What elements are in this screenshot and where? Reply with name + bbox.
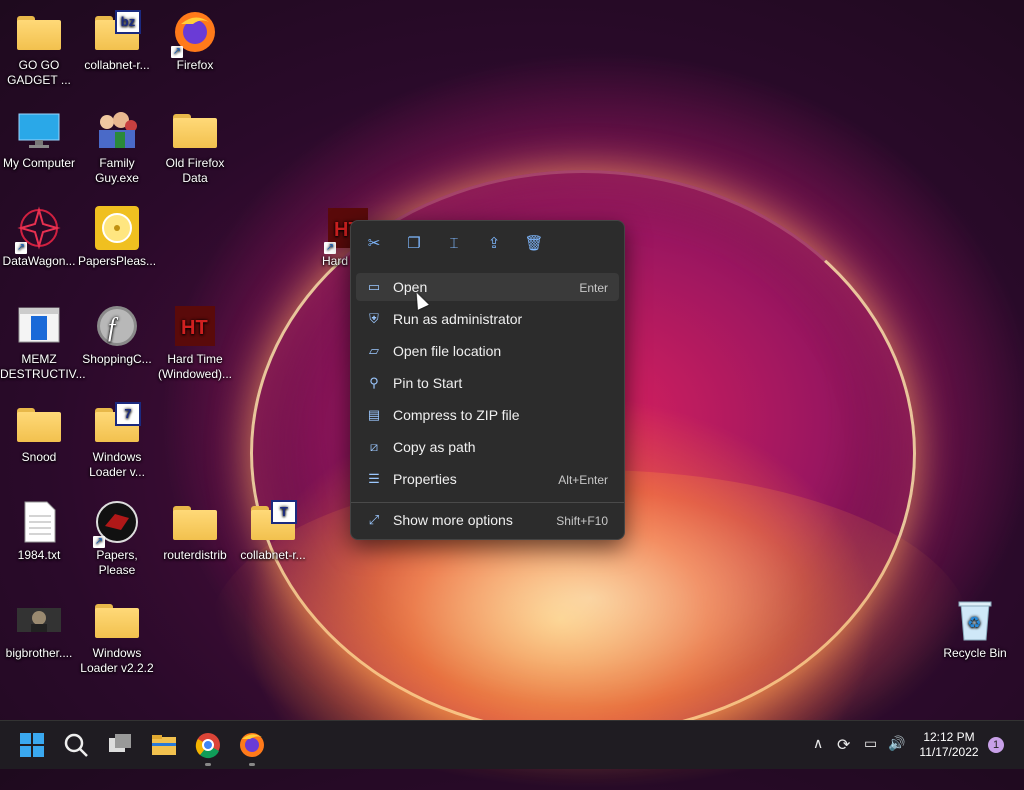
shortcut-arrow-icon: ↗ bbox=[324, 242, 336, 254]
desktop-icon-memz[interactable]: MEMZ DESTRUCTIV... bbox=[0, 298, 86, 382]
search-button[interactable] bbox=[60, 729, 92, 761]
chrome-running-indicator bbox=[205, 763, 211, 766]
folder-icon: T bbox=[251, 500, 297, 544]
t-badge-icon: T bbox=[271, 500, 297, 524]
desktop-icon-routerdistrib[interactable]: routerdistrib bbox=[156, 494, 234, 563]
start-button[interactable] bbox=[16, 729, 48, 761]
svg-text:♻: ♻ bbox=[967, 613, 981, 632]
desktop-icon-recycle-bin[interactable]: ♻ Recycle Bin bbox=[936, 592, 1014, 661]
desktop-icon-windows-loader[interactable]: 7 Windows Loader v... bbox=[78, 396, 156, 480]
hard-time-icon: HT bbox=[173, 304, 217, 348]
desktop-icon-my-computer[interactable]: My Computer bbox=[0, 102, 78, 171]
desktop-icon-hard-time-windowed[interactable]: HT Hard Time (Windowed)... bbox=[156, 298, 234, 382]
share-icon[interactable]: ⇪ bbox=[483, 234, 505, 254]
menu-item-show-more-options[interactable]: ⤢ Show more options Shift+F10 bbox=[356, 506, 619, 534]
menu-item-properties[interactable]: ☰ Properties Alt+Enter bbox=[356, 465, 619, 493]
desktop-icon-papers-please[interactable]: ↗ Papers, Please bbox=[78, 494, 156, 578]
desktop-icon-firefox[interactable]: ↗ Firefox bbox=[156, 4, 234, 73]
path-icon: ⧄ bbox=[369, 439, 379, 454]
sync-icon[interactable]: ⟳ bbox=[837, 735, 850, 755]
menu-item-compress-zip[interactable]: ▤ Compress to ZIP file bbox=[356, 401, 619, 429]
papers-please-icon: ↗ bbox=[93, 500, 139, 548]
desktop-icon-collabnet-t[interactable]: T collabnet-r... bbox=[234, 494, 312, 563]
desktop-icon-shoppingc[interactable]: f ShoppingC... bbox=[78, 298, 156, 367]
menu-item-copy-as-path[interactable]: ⧄ Copy as path bbox=[356, 433, 619, 461]
folder-icon bbox=[173, 500, 217, 544]
recycle-bin-icon: ♻ bbox=[953, 598, 997, 642]
desktop-icon-1984-txt[interactable]: 1984.txt bbox=[0, 494, 78, 563]
shortcut-arrow-icon: ↗ bbox=[15, 242, 27, 254]
desktop-icon-windows-loader-222[interactable]: Windows Loader v2.2.2 bbox=[78, 592, 156, 676]
task-view-icon bbox=[109, 734, 131, 752]
context-menu-toolbar: ✂ ❐ ⌶ ⇪ 🗑 bbox=[351, 221, 624, 267]
chrome-icon bbox=[195, 733, 220, 759]
monitor-icon bbox=[17, 108, 61, 152]
folder-icon bbox=[173, 108, 217, 152]
delete-icon[interactable]: 🗑 bbox=[523, 234, 545, 254]
desktop-icon-collabnet-bz[interactable]: bz collabnet-r... bbox=[78, 4, 156, 73]
shield-icon: ⛨ bbox=[369, 311, 379, 326]
rename-icon[interactable]: ⌶ bbox=[443, 234, 465, 254]
folder-open-icon: ▱ bbox=[369, 343, 379, 358]
show-hidden-icons-chevron-icon[interactable]: ∧ bbox=[813, 735, 823, 752]
desktop-icon-go-go-gadget[interactable]: GO GO GADGET ... bbox=[0, 4, 78, 88]
folder-icon: 7 bbox=[95, 402, 141, 446]
folder-icon bbox=[95, 598, 139, 642]
chrome-button[interactable] bbox=[192, 729, 224, 761]
desktop-icon-snood[interactable]: Snood bbox=[0, 396, 78, 465]
expand-icon: ⤢ bbox=[368, 512, 380, 527]
folder-icon: bz bbox=[95, 10, 141, 54]
desktop-icon-datawagon[interactable]: ↗ DataWagon... bbox=[0, 200, 78, 269]
seven-badge-icon: 7 bbox=[115, 402, 141, 426]
file-explorer-icon bbox=[152, 735, 176, 755]
firefox-icon: ↗ bbox=[171, 10, 217, 58]
shortcut-arrow-icon: ↗ bbox=[171, 46, 183, 58]
copy-icon[interactable]: ❐ bbox=[403, 234, 425, 254]
pin-icon: ⚲ bbox=[369, 375, 379, 390]
firefox-taskbar-button[interactable] bbox=[236, 729, 268, 761]
zip-folder-icon: ▤ bbox=[367, 407, 381, 422]
image-thumbnail-icon bbox=[17, 598, 61, 642]
taskbar: ∧ ⟳ ▭ 🔊 12:12 PM 11/17/2022 1 bbox=[0, 720, 1024, 769]
text-file-icon bbox=[17, 500, 61, 544]
desktop-icon-old-firefox-data[interactable]: Old Firefox Data bbox=[156, 102, 234, 186]
context-menu: ✂ ❐ ⌶ ⇪ 🗑 ▭ Open Enter ⛨ Run as administ… bbox=[350, 220, 625, 540]
window-app-icon bbox=[17, 304, 61, 348]
svg-text:HT: HT bbox=[181, 317, 208, 339]
menu-item-open[interactable]: ▭ Open Enter bbox=[356, 273, 619, 301]
windows-logo-icon bbox=[20, 733, 44, 757]
menu-item-run-as-administrator[interactable]: ⛨ Run as administrator bbox=[356, 305, 619, 333]
desktop-icon-family-guy[interactable]: Family Guy.exe bbox=[78, 102, 156, 186]
notification-badge[interactable]: 1 bbox=[988, 737, 1004, 753]
network-icon[interactable]: ▭ bbox=[864, 735, 877, 752]
firefox-running-indicator bbox=[249, 763, 255, 766]
shortcut-arrow-icon: ↗ bbox=[93, 536, 105, 548]
desktop-icon-bigbrother[interactable]: bigbrother.... bbox=[0, 592, 78, 661]
task-view-button[interactable] bbox=[104, 729, 136, 761]
file-explorer-button[interactable] bbox=[148, 729, 180, 761]
disc-icon bbox=[95, 206, 139, 250]
folder-icon bbox=[17, 402, 61, 446]
desktop-icon-papersplease[interactable]: PapersPleas... bbox=[78, 200, 156, 269]
open-icon: ▭ bbox=[367, 279, 381, 294]
clock[interactable]: 12:12 PM 11/17/2022 bbox=[914, 730, 984, 760]
cut-icon[interactable]: ✂ bbox=[363, 234, 385, 254]
firefox-icon bbox=[240, 733, 264, 757]
clock-time: 12:12 PM bbox=[923, 730, 975, 744]
menu-item-open-file-location[interactable]: ▱ Open file location bbox=[356, 337, 619, 365]
star-burst-icon: ↗ bbox=[15, 206, 61, 254]
search-icon bbox=[64, 733, 88, 757]
properties-icon: ☰ bbox=[368, 471, 380, 486]
menu-item-pin-to-start[interactable]: ⚲ Pin to Start bbox=[356, 369, 619, 397]
volume-icon[interactable]: 🔊 bbox=[888, 735, 905, 752]
family-guy-icon bbox=[95, 108, 139, 152]
bz-badge-icon: bz bbox=[115, 10, 141, 34]
menu-separator bbox=[351, 502, 624, 503]
flash-icon: f bbox=[95, 304, 139, 348]
clock-date: 11/17/2022 bbox=[919, 745, 979, 759]
folder-icon bbox=[17, 10, 61, 54]
